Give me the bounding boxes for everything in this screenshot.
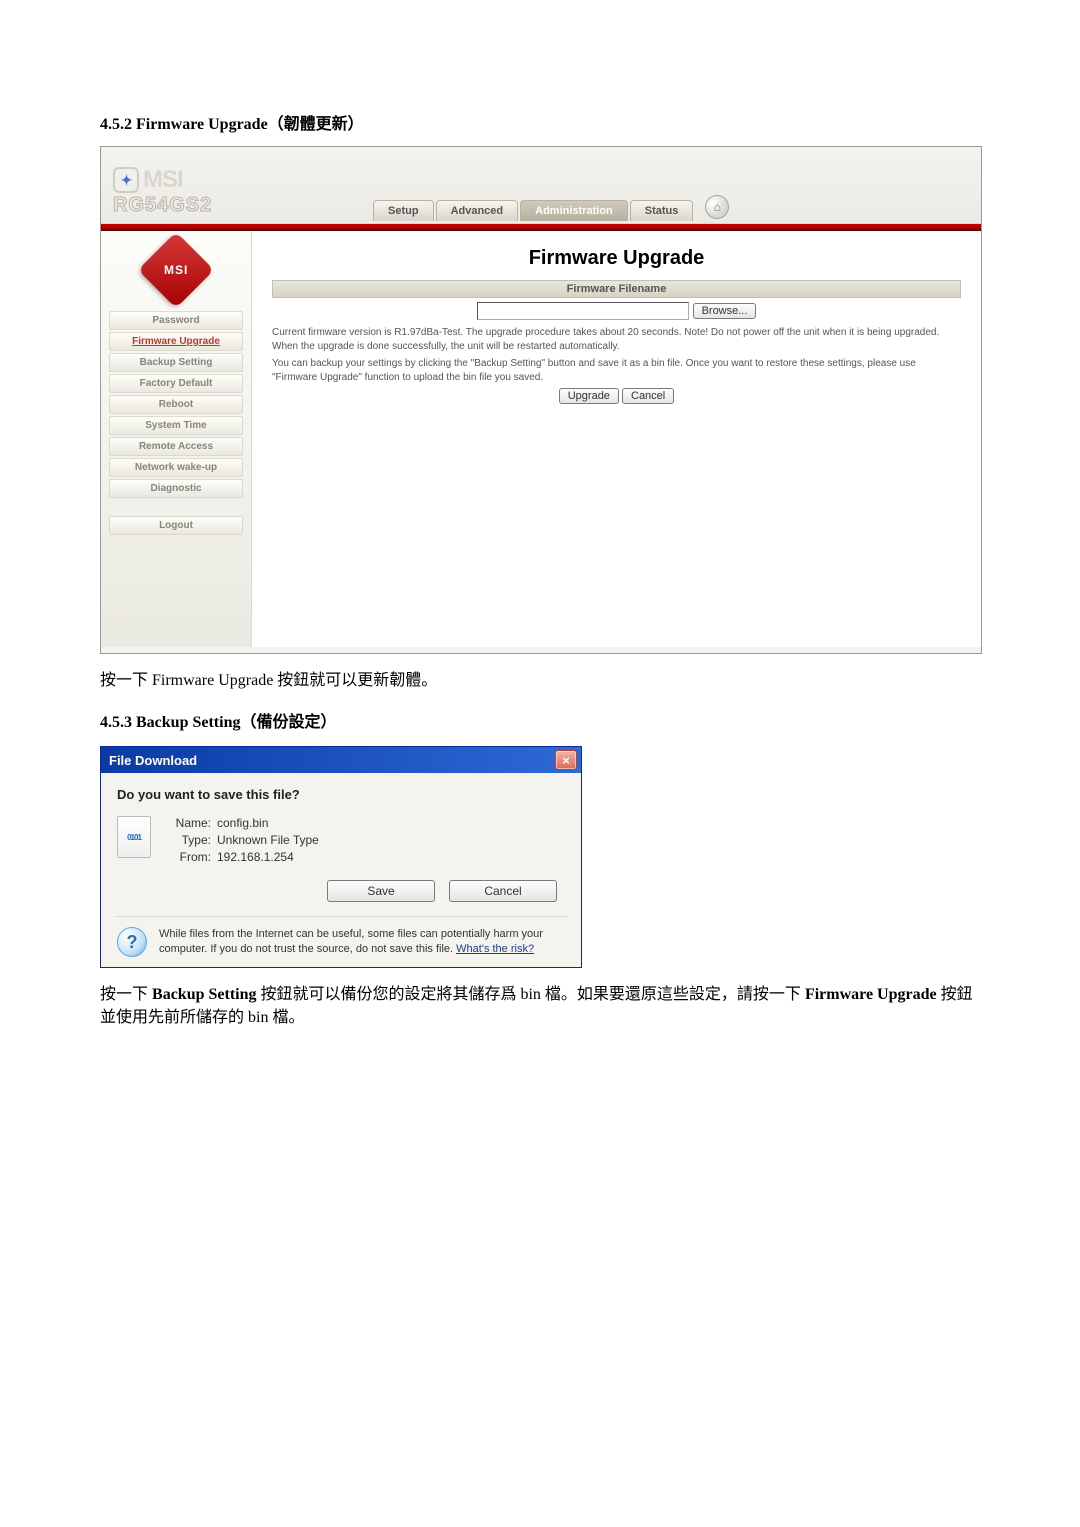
- router-screenshot: ✦ MSI RG54GS2 Setup Advanced Administrat…: [100, 146, 982, 654]
- sidebar-item-network-wakeup[interactable]: Network wake-up: [109, 458, 243, 477]
- p453-d: Firmware Upgrade: [805, 986, 937, 1003]
- home-icon[interactable]: ⌂: [705, 195, 729, 219]
- dialog-question: Do you want to save this file?: [117, 787, 565, 802]
- from-value: 192.168.1.254: [217, 850, 319, 864]
- sidebar-item-password[interactable]: Password: [109, 311, 243, 330]
- brand-logo: ✦ MSI: [113, 166, 263, 194]
- p453-b: Backup Setting: [152, 986, 256, 1003]
- firmware-file-input[interactable]: [477, 302, 689, 320]
- section-paragraph-453: 按一下 Backup Setting 按鈕就可以備份您的設定將其儲存爲 bin …: [100, 984, 980, 1029]
- dialog-warning-text: While files from the Internet can be use…: [159, 927, 565, 957]
- sidebar-logo: MSI: [101, 231, 251, 309]
- dialog-titlebar: File Download ×: [101, 747, 581, 773]
- red-divider: [101, 224, 981, 231]
- firmware-info-text-1: Current firmware version is R1.97dBa-Tes…: [272, 326, 961, 353]
- name-label: Name:: [165, 816, 211, 830]
- whats-the-risk-link[interactable]: What's the risk?: [456, 943, 534, 955]
- browse-button[interactable]: Browse...: [693, 303, 757, 319]
- dialog-divider: [115, 916, 567, 917]
- section-paragraph-452: 按一下 Firmware Upgrade 按鈕就可以更新韌體。: [100, 670, 980, 692]
- sidebar-item-remote-access[interactable]: Remote Access: [109, 437, 243, 456]
- from-label: From:: [165, 850, 211, 864]
- section-heading-453: 4.5.3 Backup Setting（備份設定）: [100, 708, 980, 732]
- sidebar-item-logout[interactable]: Logout: [109, 516, 243, 535]
- firmware-filename-label: Firmware Filename: [272, 280, 961, 298]
- dialog-body: Do you want to save this file? 0101 Name…: [101, 773, 581, 967]
- p453-c: 按鈕就可以備份您的設定將其儲存爲 bin 檔。如果要還原這些設定，請按一下: [260, 986, 804, 1003]
- close-icon[interactable]: ×: [555, 750, 577, 770]
- dialog-cancel-button[interactable]: Cancel: [449, 880, 557, 902]
- file-download-dialog: File Download × Do you want to save this…: [100, 746, 582, 968]
- file-row: Browse...: [272, 302, 961, 320]
- section-heading-452: 4.5.2 Firmware Upgrade（韌體更新）: [100, 110, 980, 134]
- p453-a: 按一下: [100, 986, 152, 1003]
- tab-setup[interactable]: Setup: [373, 200, 434, 221]
- save-button[interactable]: Save: [327, 880, 435, 902]
- dialog-buttons: Save Cancel: [117, 880, 557, 902]
- sidebar-item-reboot[interactable]: Reboot: [109, 395, 243, 414]
- dialog-file-row: 0101 Name: config.bin Type: Unknown File…: [117, 816, 565, 864]
- dialog-file-details: Name: config.bin Type: Unknown File Type…: [165, 816, 319, 864]
- tab-bar: Setup Advanced Administration Status ⌂: [373, 197, 729, 221]
- dialog-title-text: File Download: [109, 753, 197, 768]
- content-area: Firmware Upgrade Firmware Filename Brows…: [252, 231, 981, 647]
- brand-icon: ✦: [113, 167, 139, 193]
- sidebar-item-factory-default[interactable]: Factory Default: [109, 374, 243, 393]
- router-body: MSI Password Firmware Upgrade Backup Set…: [101, 231, 981, 647]
- button-row: Upgrade Cancel: [272, 390, 961, 402]
- sidebar-item-system-time[interactable]: System Time: [109, 416, 243, 435]
- file-icon: 0101: [117, 816, 151, 858]
- cancel-button[interactable]: Cancel: [622, 388, 674, 404]
- type-label: Type:: [165, 833, 211, 847]
- page-title: Firmware Upgrade: [272, 247, 961, 270]
- type-value: Unknown File Type: [217, 833, 319, 847]
- warning-icon: ?: [117, 927, 147, 957]
- router-header: ✦ MSI RG54GS2 Setup Advanced Administrat…: [101, 147, 981, 224]
- tab-administration[interactable]: Administration: [520, 200, 628, 221]
- sidebar: MSI Password Firmware Upgrade Backup Set…: [101, 231, 252, 647]
- brand-area: ✦ MSI RG54GS2: [101, 158, 263, 223]
- name-value: config.bin: [217, 816, 319, 830]
- tab-status[interactable]: Status: [630, 200, 694, 221]
- sidebar-item-firmware-upgrade[interactable]: Firmware Upgrade: [109, 332, 243, 351]
- sidebar-item-diagnostic[interactable]: Diagnostic: [109, 479, 243, 498]
- firmware-info-text-2: You can backup your settings by clicking…: [272, 357, 961, 384]
- brand-text: MSI: [143, 166, 183, 194]
- upgrade-button[interactable]: Upgrade: [559, 388, 619, 404]
- dialog-warning: ? While files from the Internet can be u…: [117, 927, 565, 957]
- tab-advanced[interactable]: Advanced: [436, 200, 519, 221]
- model-name: RG54GS2: [113, 194, 263, 217]
- sidebar-item-backup-setting[interactable]: Backup Setting: [109, 353, 243, 372]
- sidebar-logo-text: MSI: [164, 263, 188, 277]
